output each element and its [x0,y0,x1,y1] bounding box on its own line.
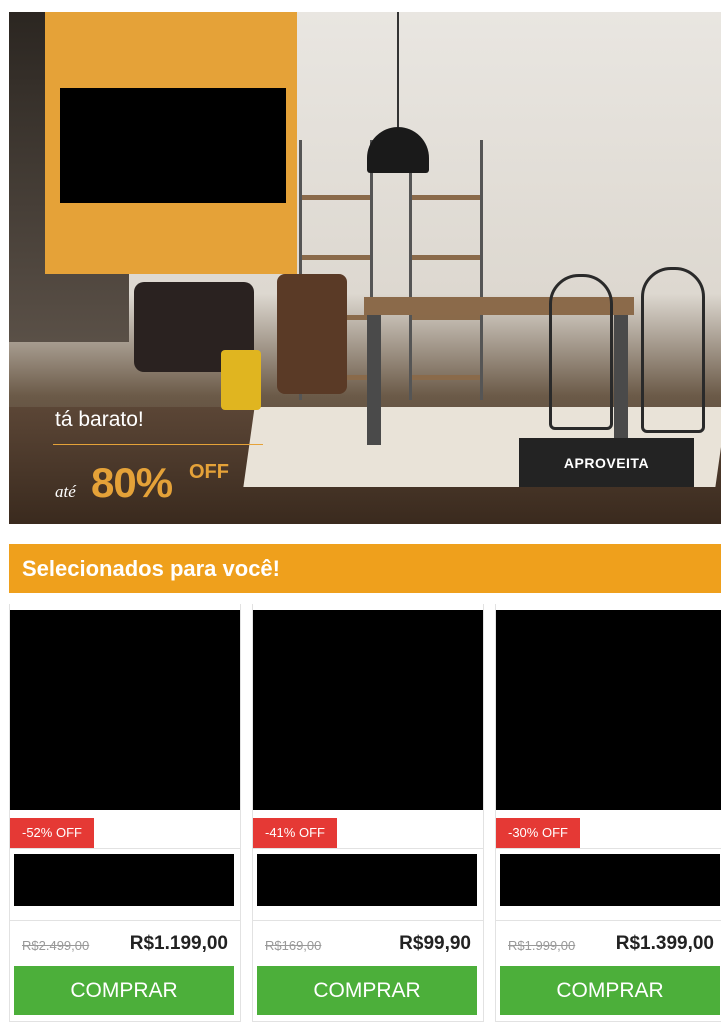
aproveita-button[interactable]: APROVEITA [519,438,694,487]
hero-scene-lamp [367,127,429,173]
comprar-button[interactable]: COMPRAR [14,966,234,1015]
product-image[interactable] [496,610,721,810]
hero-scene-table-leg [367,315,381,445]
hero-tagline: tá barato! [55,408,144,431]
hero-divider [53,444,263,445]
hero-scene-lamp-cord [397,12,399,127]
old-price: R$2.499,00 [22,938,90,953]
hero-prefix: até [55,482,76,501]
product-name-redacted[interactable] [257,854,477,906]
section-header: Selecionados para você! [9,544,721,593]
current-price: R$1.199,00 [129,933,228,954]
card-divider [496,848,721,849]
card-divider [253,920,483,921]
hero-scene-chair [277,274,347,394]
discount-badge: -30% OFF [496,818,580,848]
current-price: R$99,90 [399,933,471,954]
product-card[interactable]: -30% OFF R$1.999,00 R$1.399,00 COMPRAR [495,604,721,1022]
product-card[interactable]: -52% OFF R$2.499,00 R$1.199,00 COMPRAR [9,604,241,1022]
product-name-redacted[interactable] [500,854,720,906]
product-name-redacted[interactable] [14,854,234,906]
card-divider [10,920,240,921]
product-image[interactable] [10,610,240,810]
current-price: R$1.399,00 [615,933,714,954]
hero-scene-metal-chair [641,267,705,433]
section-title: Selecionados para você! [22,556,280,581]
discount-badge: -52% OFF [10,818,94,848]
hero-discount: 80% [91,459,173,506]
old-price: R$169,00 [265,938,322,953]
hero-scene-table-leg [614,315,628,445]
hero-scene-shelf [409,140,483,400]
hero-off-label: OFF [189,461,229,483]
hero-scene-bin [221,350,261,410]
discount-badge: -41% OFF [253,818,337,848]
hero-scene-metal-chair [549,274,613,430]
old-price: R$1.999,00 [508,938,576,953]
product-card[interactable]: -41% OFF R$169,00 R$99,90 COMPRAR [252,604,484,1022]
card-divider [253,848,483,849]
comprar-button[interactable]: COMPRAR [500,966,720,1015]
comprar-button[interactable]: COMPRAR [257,966,477,1015]
card-divider [496,920,721,921]
card-divider [10,848,240,849]
hero-redacted-logo [60,88,286,203]
product-image[interactable] [253,610,483,810]
